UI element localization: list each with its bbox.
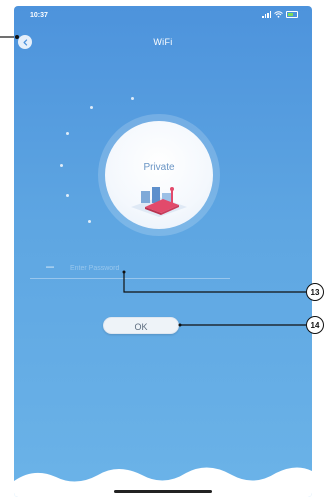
callout-14: 14 <box>306 316 324 334</box>
callout-13: 13 <box>306 283 324 301</box>
callout-lines <box>0 35 306 327</box>
manual-page: 10:37 WiFi Private OK 13 14 <box>0 0 335 503</box>
